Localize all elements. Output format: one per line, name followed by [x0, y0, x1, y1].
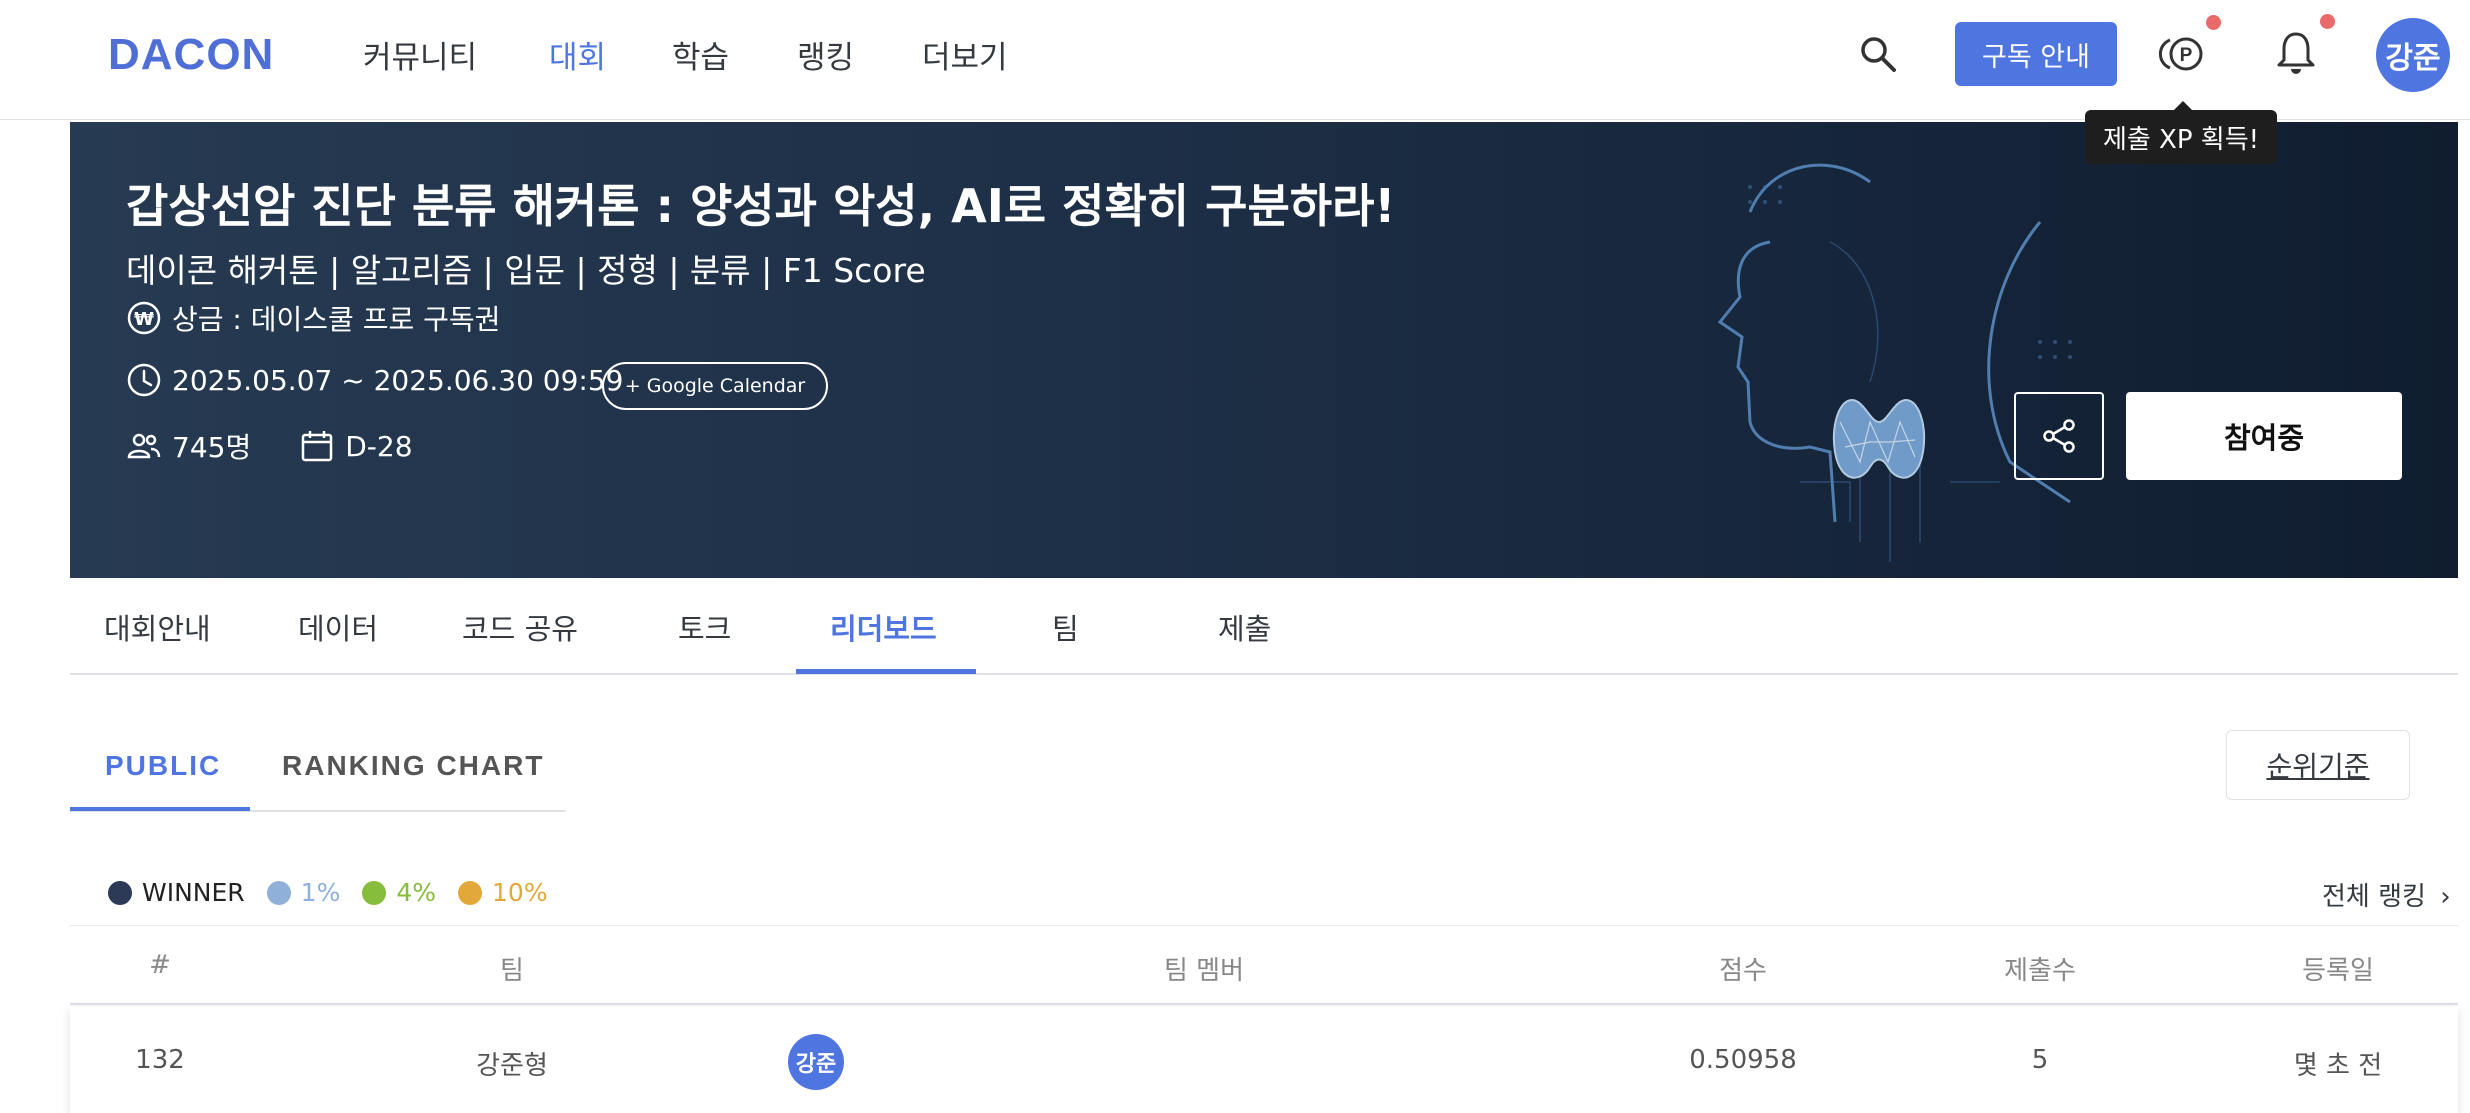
period-text: 2025.05.07 ~ 2025.06.30 09:59: [172, 363, 624, 397]
subtab-public[interactable]: PUBLIC: [105, 750, 221, 782]
leaderboard-subtabs: PUBLIC RANKING CHART: [70, 720, 566, 812]
competition-title: 갑상선암 진단 분류 해커톤 : 양성과 악성, AI로 정확히 구분하라!: [126, 179, 1396, 233]
d-day-text: D-28: [345, 429, 413, 463]
chevron-right-icon: ›: [2440, 882, 2451, 912]
point-icon[interactable]: P: [2158, 34, 2208, 74]
table-row[interactable]: 132 강준형 강준 0.50958 5 몇 초 전: [70, 1007, 2458, 1113]
share-icon: [2043, 419, 2075, 453]
user-avatar[interactable]: 강준: [2376, 18, 2450, 92]
legend-dot: [266, 880, 291, 905]
legend-1-percent: 1%: [266, 878, 340, 907]
nav-item-community[interactable]: 커뮤니티: [363, 32, 477, 77]
point-notification-dot: [2206, 15, 2221, 30]
svg-text:₩: ₩: [134, 309, 154, 330]
full-ranking-link[interactable]: 전체 랭킹 ›: [2322, 876, 2451, 913]
search-icon[interactable]: [1858, 34, 1898, 74]
legend-dot: [108, 880, 132, 905]
row-score: 0.50958: [1689, 1045, 1797, 1075]
participating-button[interactable]: 참여중: [2126, 392, 2402, 480]
header-submissions: 제출수: [2004, 956, 2076, 986]
tab-data[interactable]: 데이터: [298, 606, 378, 648]
full-ranking-label: 전체 랭킹: [2322, 882, 2426, 912]
rank-legend: WINNER 1% 4% 10%: [108, 878, 570, 907]
competition-tabs: 대회안내 데이터 코드 공유 토크 리더보드 팀 제출: [70, 578, 2458, 675]
xp-tooltip: 제출 XP 획득!: [2085, 101, 2277, 164]
clock-icon: [127, 363, 161, 397]
header-team: 팀: [500, 956, 524, 986]
nav-item-competition[interactable]: 대회: [549, 32, 606, 77]
row-team[interactable]: 강준형: [476, 1045, 548, 1082]
prize-text: 상금 : 데이스쿨 프로 구독권: [172, 303, 501, 336]
row-submissions: 5: [2031, 1045, 2049, 1075]
tab-overview[interactable]: 대회안내: [104, 606, 211, 648]
legend-dot: [458, 880, 483, 905]
people-icon: [127, 433, 161, 459]
tab-leaderboard[interactable]: 리더보드: [830, 606, 937, 648]
header-date: 등록일: [2302, 956, 2374, 986]
google-calendar-button[interactable]: + Google Calendar: [602, 362, 828, 410]
header-rank: #: [149, 950, 171, 980]
top-navigation: DACON 커뮤니티 대회 학습 랭킹 더보기 구독 안내 P 강준: [0, 0, 2470, 120]
row-rank: 132: [135, 1045, 185, 1075]
tab-code-share[interactable]: 코드 공유: [462, 606, 578, 648]
calendar-icon: [301, 431, 333, 462]
subscribe-info-button[interactable]: 구독 안내: [1955, 22, 2117, 86]
legend-10-percent: 10%: [458, 878, 548, 907]
tab-talk[interactable]: 토크: [678, 606, 731, 648]
bell-notification-dot: [2320, 14, 2335, 29]
tab-team[interactable]: 팀: [1052, 606, 1079, 648]
legend-dot: [362, 880, 387, 905]
prize-row: ₩ 상금 : 데이스쿨 프로 구독권: [126, 298, 500, 338]
leaderboard-header: # 팀 팀 멤버 점수 제출수 등록일: [70, 925, 2458, 1005]
ranking-criteria-button[interactable]: 순위기준: [2226, 730, 2410, 800]
share-button[interactable]: [2014, 392, 2104, 480]
legend-winner: WINNER: [108, 878, 245, 907]
svg-text:P: P: [2180, 45, 2193, 66]
active-subtab-indicator: [70, 807, 250, 811]
active-tab-indicator: [796, 669, 976, 674]
dacon-logo[interactable]: DACON: [108, 30, 274, 80]
header-members: 팀 멤버: [1163, 956, 1245, 986]
nav-item-ranking[interactable]: 랭킹: [797, 32, 854, 77]
participants-count: 745명: [172, 431, 252, 464]
nav-item-learning[interactable]: 학습: [672, 32, 729, 77]
legend-4-percent: 4%: [362, 878, 436, 907]
participants-row: 745명 D-28: [126, 426, 413, 466]
member-avatar[interactable]: 강준: [788, 1034, 844, 1090]
competition-banner: 갑상선암 진단 분류 해커톤 : 양성과 악성, AI로 정확히 구분하라! 데…: [70, 122, 2458, 578]
subtab-ranking-chart[interactable]: RANKING CHART: [282, 750, 544, 782]
period-row: 2025.05.07 ~ 2025.06.30 09:59: [126, 362, 624, 398]
row-date: 몇 초 전: [2293, 1051, 2383, 1081]
nav-item-more[interactable]: 더보기: [922, 32, 1008, 77]
won-coin-icon: ₩: [127, 301, 161, 335]
header-score: 점수: [1719, 956, 1767, 986]
thyroid-illustration: [1717, 163, 2072, 562]
bell-icon[interactable]: [2276, 30, 2316, 76]
competition-tags: 데이콘 해커톤 | 알고리즘 | 입문 | 정형 | 분류 | F1 Score: [126, 251, 926, 290]
tab-submit[interactable]: 제출: [1218, 606, 1271, 648]
